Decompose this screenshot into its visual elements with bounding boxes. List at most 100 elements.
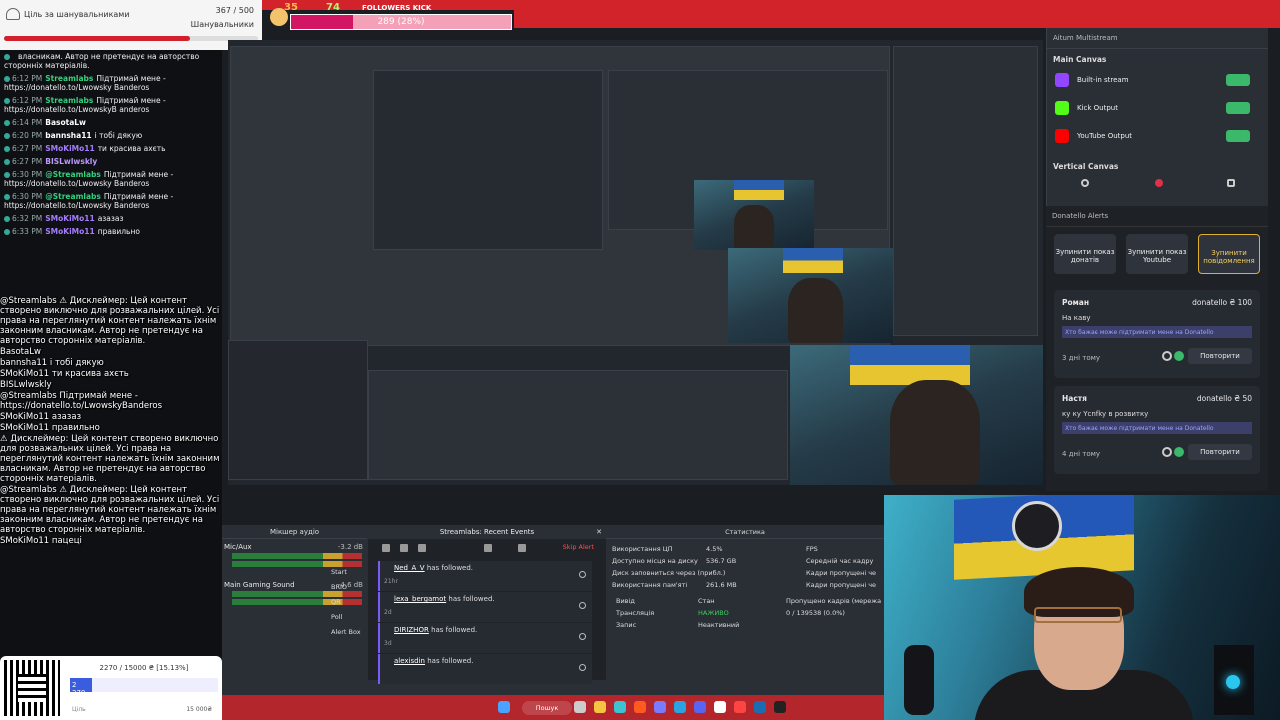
event-item: DIRIZHOR has followed. 3d [378, 623, 592, 653]
obs-icon[interactable] [774, 701, 786, 713]
donor-name: Настя [1062, 394, 1087, 403]
event-user[interactable]: alexisdin [394, 657, 425, 665]
stop-youtube-button[interactable]: Зупинити показ Youtube [1126, 234, 1188, 274]
table-header: Стан [698, 597, 715, 605]
event-text: Ned_A_V has followed. [394, 564, 473, 572]
table-cell: Неактивний [698, 621, 740, 629]
trash-icon[interactable] [400, 544, 408, 552]
goal-title: Ціль за шанувальниками [24, 10, 130, 19]
stat-value: 261.6 MB [706, 581, 737, 589]
taskbar: Пошук [222, 695, 884, 720]
message-user[interactable]: SMoKiMo11 [45, 227, 94, 236]
replay-icon[interactable] [579, 633, 586, 640]
volume-icon[interactable] [518, 544, 526, 552]
alert-icon[interactable] [418, 544, 426, 552]
stat-value: 536.7 GB [706, 557, 737, 565]
replay-icon[interactable] [579, 664, 586, 671]
multistream-header: Aitum Multistream [1047, 28, 1268, 49]
badge-icon [4, 194, 10, 200]
event-user[interactable]: lexa_bergamot [394, 595, 446, 603]
skip-alert-button[interactable]: Skip Alert [563, 543, 594, 551]
goal-count-value: 367 / 500 [215, 6, 254, 15]
event-text: alexisdin has followed. [394, 657, 473, 665]
donation-tts-box: Хто бажає може підтримати мене на Donate… [1062, 422, 1252, 434]
badge-icon [4, 216, 10, 222]
message-time: 6:14 PM [12, 118, 43, 127]
replay-icon[interactable] [579, 602, 586, 609]
event-action: has followed. [431, 626, 478, 634]
badge-icon [4, 133, 10, 139]
stop-donations-button[interactable]: Зупинити показ донатів [1054, 234, 1116, 274]
message-user[interactable]: SMoKiMo11 [45, 214, 94, 223]
goal-progress-fill [4, 36, 191, 41]
telegram-icon[interactable] [674, 701, 686, 713]
glasses [1034, 607, 1122, 623]
chat-overlay-line: bannsha11 і тобі дякую [0, 358, 104, 368]
gear-icon[interactable] [1081, 179, 1089, 187]
follower-count-right: 74 [326, 2, 340, 13]
mixer-title: Мікшер аудіо [222, 525, 367, 539]
message-user[interactable]: SMoKiMo11 [45, 144, 94, 153]
app-icon[interactable] [654, 701, 666, 713]
eye-icon[interactable] [1162, 351, 1172, 361]
stats-title: Статистика [606, 525, 884, 539]
chrome-icon[interactable] [734, 701, 746, 713]
file-icon[interactable] [714, 701, 726, 713]
message-user[interactable]: BasotaLw [45, 118, 86, 127]
message-text: азазаз [97, 214, 124, 223]
repeat-button[interactable]: Повторити [1188, 444, 1252, 460]
pause-icon[interactable] [382, 544, 390, 552]
message-user[interactable]: Streamlabs [45, 74, 93, 83]
eye-icon[interactable] [1162, 447, 1172, 457]
table-cell: 0 / 139538 (0.0%) [786, 609, 845, 617]
chat-overlay-line: SMoKiMo11 ти красива ахєть [0, 369, 129, 379]
message-text: і тобі дякую [94, 131, 143, 140]
filter-icon[interactable] [484, 544, 492, 552]
recent-events-title: Streamlabs: Recent Events [439, 528, 535, 536]
discord-icon[interactable] [694, 701, 706, 713]
stat-key: Середній час кадру [806, 557, 874, 565]
output-toggle[interactable] [1226, 130, 1250, 142]
chat-message: 6:20 PM bannsha11 і тобі дякую [0, 129, 222, 142]
message-user[interactable]: @Streamlabs [45, 170, 101, 179]
main-canvas-label: Main Canvas [1053, 55, 1107, 64]
steam-icon[interactable] [754, 701, 766, 713]
stat-key: FPS [806, 545, 818, 553]
message-user[interactable]: @Streamlabs [45, 192, 101, 201]
stat-value: 4.5% [706, 545, 723, 553]
person-image [734, 205, 774, 250]
table-cell: НАЖИВО [698, 609, 729, 617]
close-icon[interactable]: ✕ [596, 525, 602, 539]
replay-icon[interactable] [579, 571, 586, 578]
event-user[interactable]: DIRIZHOR [394, 626, 429, 634]
chat-message: 6:33 PM SMoKiMo11 правильно [0, 225, 222, 238]
event-user[interactable]: Ned_A_V [394, 564, 425, 572]
message-user[interactable]: BISLwlwskly [45, 157, 97, 166]
message-time: 6:12 PM [12, 74, 43, 83]
browser-icon[interactable] [614, 701, 626, 713]
record-icon[interactable] [1155, 179, 1163, 187]
event-item: alexisdin has followed. [378, 654, 592, 684]
donation-source: donatello ₴ 50 [1196, 394, 1252, 403]
message-user[interactable]: bannsha11 [45, 131, 91, 140]
search-box[interactable]: Пошук [522, 701, 572, 715]
table-cell: Запис [616, 621, 637, 629]
link-icon[interactable] [1227, 179, 1235, 187]
app-icon[interactable] [634, 701, 646, 713]
repeat-button[interactable]: Повторити [1188, 348, 1252, 364]
taskview-icon[interactable] [574, 701, 586, 713]
output-row: Built-in stream [1047, 66, 1268, 94]
folder-icon[interactable] [594, 701, 606, 713]
output-toggle[interactable] [1226, 74, 1250, 86]
badge-icon [4, 98, 10, 104]
microphone [904, 645, 934, 715]
message-user[interactable]: Streamlabs [45, 96, 93, 105]
message-time: 6:30 PM [12, 192, 43, 201]
output-toggle[interactable] [1226, 102, 1250, 114]
goal-subtitle: Шанувальники [190, 20, 254, 29]
stop-messages-button[interactable]: Зупинити повідомлення [1198, 234, 1260, 274]
goal-progress-bar [4, 36, 258, 41]
start-icon[interactable] [498, 701, 510, 713]
platform-icon [1055, 101, 1069, 115]
output-name: Built-in stream [1077, 76, 1129, 84]
